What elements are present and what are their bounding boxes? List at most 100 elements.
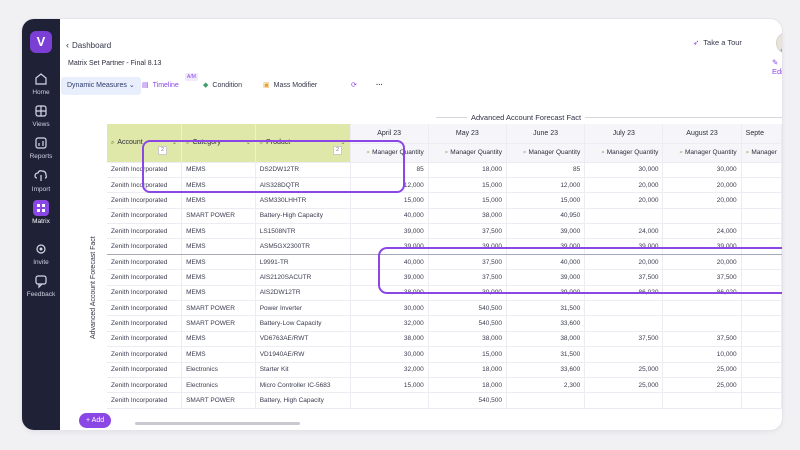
app-logo[interactable]: V [30, 31, 52, 53]
value-cell[interactable]: 24,000 [584, 223, 664, 240]
measure-header[interactable]: ⌕ Manager Quantity [662, 143, 742, 163]
dimension-cell[interactable]: Zenith Incorporated [107, 377, 183, 394]
dimension-cell[interactable]: Zenith Incorporated [107, 192, 183, 209]
value-cell[interactable] [741, 223, 782, 240]
dimension-cell[interactable]: ASM5GX2300TR [255, 238, 351, 255]
value-cell[interactable] [662, 208, 742, 225]
table-row[interactable]: Zenith Incorporated MEMS VD1940AE/RW 30,000… [107, 346, 782, 363]
dimension-cell[interactable]: Zenith Incorporated [107, 208, 183, 225]
dimension-cell[interactable]: Zenith Incorporated [107, 269, 183, 286]
dimension-cell[interactable]: MEMS [181, 331, 256, 348]
value-cell[interactable]: 18,000 [428, 162, 507, 178]
value-cell[interactable]: 30,000 [662, 162, 742, 178]
month-header[interactable]: June 23 [506, 124, 586, 144]
table-row[interactable]: Zenith Incorporated SMART POWER Battery-Lo… [107, 315, 782, 332]
value-cell[interactable]: 39,000 [350, 223, 429, 240]
avatar[interactable] [776, 32, 782, 54]
value-cell[interactable]: 15,000 [350, 192, 429, 209]
dimension-cell[interactable]: Zenith Incorporated [107, 392, 183, 409]
dimension-cell[interactable]: Zenith Incorporated [107, 254, 183, 271]
value-cell[interactable]: 85 [506, 162, 586, 178]
dimension-cell[interactable]: Zenith Incorporated [107, 315, 183, 332]
dimension-cell[interactable]: Zenith Incorporated [107, 346, 183, 363]
table-row[interactable]: Zenith Incorporated MEMS LS1508NTR 39,000 37… [107, 223, 782, 240]
dimension-cell[interactable]: Zenith Incorporated [107, 362, 183, 378]
value-cell[interactable] [741, 331, 782, 348]
sidebar-item-import[interactable]: Import [22, 168, 60, 193]
value-cell[interactable]: 40,000 [350, 208, 429, 225]
value-cell[interactable]: 37,500 [428, 223, 507, 240]
value-cell[interactable]: 15,000 [506, 192, 586, 209]
table-row[interactable]: Zenith Incorporated SMART POWER Power Inve… [107, 300, 782, 317]
dimension-cell[interactable]: SMART POWER [181, 208, 256, 225]
value-cell[interactable]: 20,000 [584, 177, 664, 194]
value-cell[interactable]: 18,000 [428, 362, 507, 378]
measure-header[interactable]: ⌕ Manager Quantity [428, 143, 507, 163]
month-header[interactable]: August 23 [662, 124, 742, 144]
value-cell[interactable]: 32,000 [350, 315, 429, 332]
value-cell[interactable]: 40,950 [506, 208, 586, 225]
horizontal-scrollbar[interactable] [135, 422, 300, 425]
measure-header[interactable]: ⌕ Manager [741, 143, 782, 163]
condition-button[interactable]: ◆ Condition [203, 77, 242, 95]
value-cell[interactable] [741, 192, 782, 209]
sidebar-item-invite[interactable]: Invite [22, 241, 60, 266]
dimension-cell[interactable]: AIS2120SACUTR [255, 269, 351, 286]
value-cell[interactable]: 33,600 [506, 362, 586, 378]
value-cell[interactable]: 540,500 [428, 300, 507, 317]
value-cell[interactable]: 15,000 [428, 346, 507, 363]
dimension-cell[interactable]: SMART POWER [181, 392, 256, 409]
table-row[interactable]: Zenith Incorporated SMART POWER Battery-Hi… [107, 208, 782, 225]
value-cell[interactable] [584, 346, 664, 363]
value-cell[interactable]: 18,000 [428, 377, 507, 394]
value-cell[interactable] [741, 392, 782, 409]
value-cell[interactable]: 12,000 [506, 177, 586, 194]
value-cell[interactable] [741, 300, 782, 317]
dimension-cell[interactable]: MEMS [181, 269, 256, 286]
dimension-cell[interactable]: Zenith Incorporated [107, 285, 183, 302]
value-cell[interactable]: 31,500 [506, 346, 586, 363]
value-cell[interactable]: 20,000 [662, 192, 742, 209]
value-cell[interactable]: 32,000 [350, 362, 429, 378]
value-cell[interactable] [506, 392, 586, 409]
dimension-cell[interactable]: AIS2DW12TR [255, 285, 351, 302]
value-cell[interactable]: 39,000 [506, 223, 586, 240]
dimension-cell[interactable]: Zenith Incorporated [107, 238, 183, 255]
refresh-button[interactable]: ⟳ [351, 77, 357, 95]
value-cell[interactable]: 540,500 [428, 392, 507, 409]
value-cell[interactable]: 25,000 [584, 362, 664, 378]
dimension-cell[interactable]: SMART POWER [181, 315, 256, 332]
sidebar-item-matrix[interactable]: Matrix [22, 200, 60, 225]
more-button[interactable]: ··· [376, 77, 383, 95]
month-header[interactable]: May 23 [428, 124, 507, 144]
mass-modifier-button[interactable]: ▣ Mass Modifier [263, 77, 317, 95]
value-cell[interactable] [741, 362, 782, 378]
breadcrumb[interactable]: ‹ Dashboard [66, 40, 111, 50]
dimension-cell[interactable]: Zenith Incorporated [107, 331, 183, 348]
value-cell[interactable] [584, 392, 664, 409]
value-cell[interactable] [741, 162, 782, 178]
value-cell[interactable]: 20,000 [584, 192, 664, 209]
value-cell[interactable]: 30,000 [350, 346, 429, 363]
value-cell[interactable]: 24,000 [662, 223, 742, 240]
value-cell[interactable] [741, 346, 782, 363]
table-row[interactable]: Zenith Incorporated SMART POWER Battery, H… [107, 392, 782, 409]
dimension-cell[interactable]: Electronics [181, 362, 256, 378]
timeline-button[interactable]: ▤ Timeline [142, 77, 179, 95]
measure-header[interactable]: ⌕ Manager Quantity [584, 143, 664, 163]
month-header[interactable]: Septe [741, 124, 782, 144]
value-cell[interactable] [741, 377, 782, 394]
value-cell[interactable] [662, 315, 742, 332]
value-cell[interactable]: 15,000 [428, 177, 507, 194]
dimension-cell[interactable]: Power Inverter [255, 300, 351, 317]
take-tour-link[interactable]: ➶ Take a Tour [693, 38, 742, 47]
sidebar-item-reports[interactable]: Reports [22, 135, 60, 160]
dimension-cell[interactable]: Battery-Low Capacity [255, 315, 351, 332]
value-cell[interactable]: 37,500 [584, 331, 664, 348]
value-cell[interactable] [741, 177, 782, 194]
table-row[interactable]: Zenith Incorporated Electronics Starter Ki… [107, 362, 782, 378]
dimension-cell[interactable]: Electronics [181, 377, 256, 394]
dimension-cell[interactable]: Zenith Incorporated [107, 223, 183, 240]
dimension-cell[interactable]: SMART POWER [181, 300, 256, 317]
value-cell[interactable]: 30,000 [350, 300, 429, 317]
